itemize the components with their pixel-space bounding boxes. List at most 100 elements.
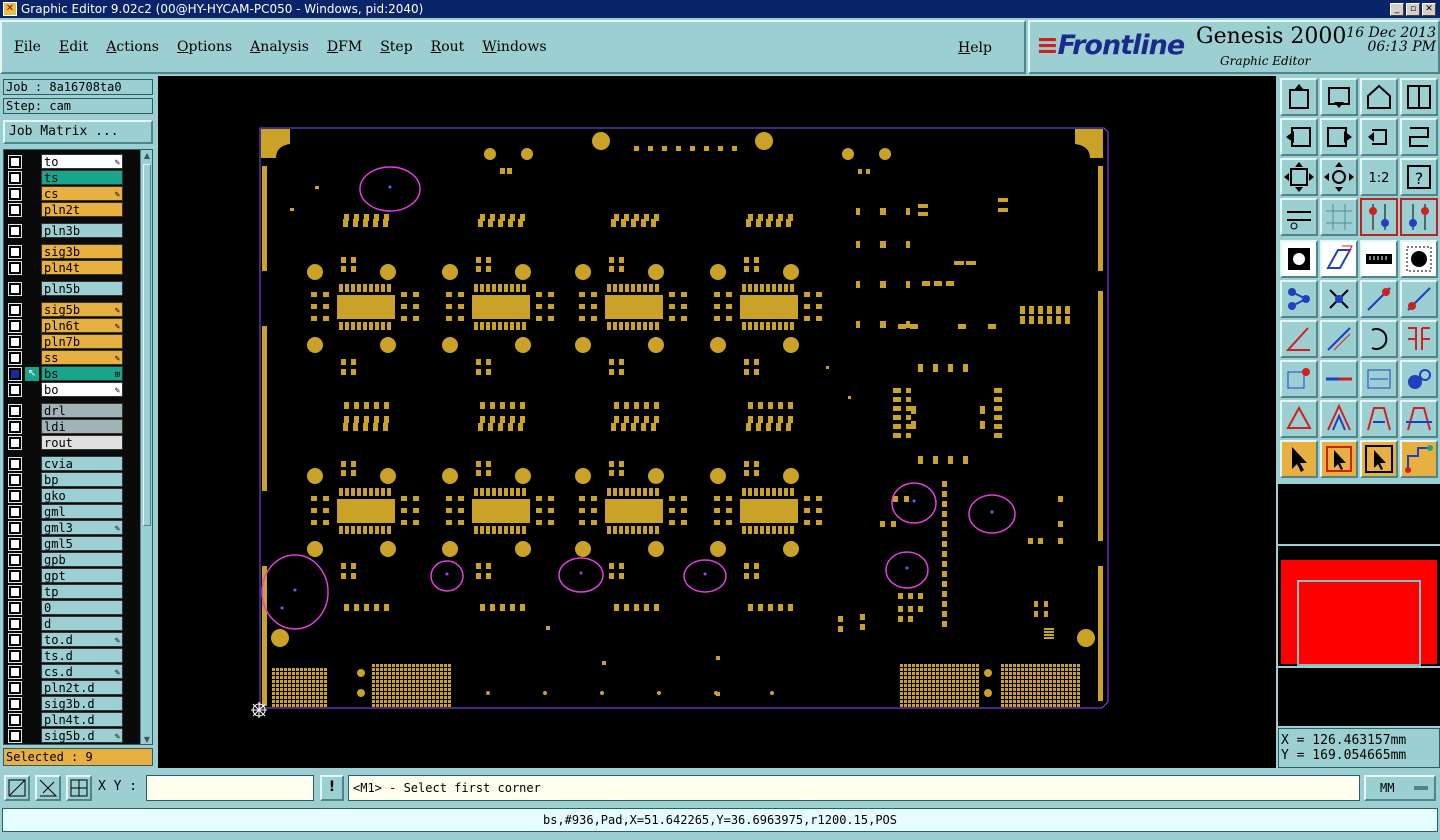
layer-row-bo[interactable]: bo ✎ [4, 382, 140, 398]
snap-center-button[interactable] [1400, 198, 1438, 236]
split-view-button[interactable] [1400, 78, 1438, 116]
layer-checkbox[interactable] [8, 420, 22, 434]
layer-row-cvia[interactable]: cvia [4, 456, 140, 472]
layer-checkbox[interactable] [8, 383, 22, 397]
layer-row-pln2t[interactable]: pln2t [4, 202, 140, 218]
connect-button[interactable] [1280, 280, 1318, 318]
layer-checkbox[interactable] [8, 473, 22, 487]
layer-checkbox[interactable] [8, 569, 22, 583]
layer-row-to.d[interactable]: to.d ✎ [4, 632, 140, 648]
layer-row-tp[interactable]: tp [4, 584, 140, 600]
layer-row-sig5b[interactable]: sig5b ✎ [4, 302, 140, 318]
help-button[interactable]: ? [1400, 158, 1438, 196]
layer-checkbox[interactable] [8, 335, 22, 349]
layer-name[interactable]: bo ✎ [41, 382, 123, 397]
layer-checkbox[interactable] [8, 713, 22, 727]
layer-checkbox[interactable] [8, 521, 22, 535]
layer-name[interactable]: cvia [41, 456, 123, 471]
layer-row-pln7b[interactable]: pln7b [4, 334, 140, 350]
layer-row-0[interactable]: 0 [4, 600, 140, 616]
xy-input[interactable] [146, 775, 314, 801]
layer-name[interactable]: bs ⊞ [41, 366, 123, 381]
layer-name[interactable]: gml [41, 504, 123, 519]
layer-row-rout[interactable]: rout [4, 435, 140, 451]
pointer-box-button[interactable] [1320, 440, 1358, 478]
slope-button[interactable] [1320, 320, 1358, 358]
layer-row-sig3b[interactable]: sig3b [4, 244, 140, 260]
layer-name[interactable]: gml5 [41, 536, 123, 551]
distribute-button[interactable] [1400, 320, 1438, 358]
layer-checkbox[interactable] [8, 261, 22, 275]
layer-checkbox[interactable] [8, 303, 22, 317]
menu-windows[interactable]: Windows [482, 39, 546, 55]
layer-checkbox[interactable] [8, 367, 22, 381]
layer-name[interactable]: gml3 ✎ [41, 520, 123, 535]
ruler-button[interactable] [1360, 240, 1398, 278]
zoom-home-button[interactable] [1320, 158, 1358, 196]
layer-name[interactable]: to.d ✎ [41, 632, 123, 647]
layer-name[interactable]: sig5b ✎ [41, 302, 123, 317]
layer-name[interactable]: cs ✎ [41, 186, 123, 201]
layer-checkbox[interactable] [8, 155, 22, 169]
pcb-drawing[interactable] [158, 76, 1276, 768]
scroll-thumb[interactable] [143, 164, 151, 526]
layer-row-ldi[interactable]: ldi [4, 419, 140, 435]
layer-name[interactable]: pln4t.d [41, 712, 123, 727]
layer-name[interactable]: gpb [41, 552, 123, 567]
layer-checkbox[interactable] [8, 224, 22, 238]
layer-checkbox[interactable] [8, 729, 22, 743]
settings-button[interactable] [1280, 198, 1318, 236]
layer-checkbox[interactable] [8, 404, 22, 418]
layer-checkbox[interactable] [8, 351, 22, 365]
layer-name[interactable]: ts.d [41, 648, 123, 663]
layer-row-sig5b.d[interactable]: sig5b.d ✎ [4, 728, 140, 744]
pointer-button[interactable] [1280, 440, 1318, 478]
layer-name[interactable]: gpt [41, 568, 123, 583]
layer-name[interactable]: pln4t [41, 260, 123, 275]
layer-name[interactable]: drl [41, 403, 123, 418]
layer-row-gko[interactable]: gko [4, 488, 140, 504]
layer-name[interactable]: pln6t ✎ [41, 318, 123, 333]
layer-checkbox[interactable] [8, 697, 22, 711]
layer-checkbox[interactable] [8, 187, 22, 201]
layer-row-pln2t.d[interactable]: pln2t.d [4, 680, 140, 696]
layer-name[interactable]: rout [41, 435, 123, 450]
layer-checkbox[interactable] [8, 665, 22, 679]
layer-row-cs.d[interactable]: cs.d ✎ [4, 664, 140, 680]
layer-row-drl[interactable]: drl [4, 403, 140, 419]
units-select[interactable]: MM [1364, 775, 1436, 801]
layer-name[interactable]: ts [41, 170, 123, 185]
menu-actions[interactable]: Actions [106, 39, 159, 55]
layer-name[interactable]: bp [41, 472, 123, 487]
layer-name[interactable]: pln7b [41, 334, 123, 349]
layer-row-bs[interactable]: ↖ bs ⊞ [4, 366, 140, 382]
layer-name[interactable]: pln2t [41, 202, 123, 217]
measure-icon[interactable] [35, 775, 61, 801]
layer-row-bp[interactable]: bp [4, 472, 140, 488]
overview-window[interactable] [1278, 546, 1440, 666]
triangle-button[interactable] [1280, 400, 1318, 438]
arch-cross-button[interactable] [1400, 400, 1438, 438]
redo-button[interactable] [1400, 118, 1438, 156]
layer-row-gml[interactable]: gml [4, 504, 140, 520]
layer-row-gpb[interactable]: gpb [4, 552, 140, 568]
point-button[interactable] [1280, 360, 1318, 398]
layer-checkbox[interactable] [8, 282, 22, 296]
layer-row-pln6t[interactable]: pln6t ✎ [4, 318, 140, 334]
layer-row-gml3[interactable]: gml3 ✎ [4, 520, 140, 536]
outline-button[interactable] [1320, 240, 1358, 278]
cross-button[interactable] [1320, 280, 1358, 318]
menu-file[interactable]: File [14, 39, 41, 55]
circles-button[interactable] [1400, 360, 1438, 398]
layer-row-ts[interactable]: ts [4, 170, 140, 186]
layer-checkbox[interactable] [8, 537, 22, 551]
open-job-button[interactable] [1280, 78, 1318, 116]
layer-name[interactable]: ss ✎ [41, 350, 123, 365]
layer-checkbox[interactable] [8, 436, 22, 450]
layer-row-d[interactable]: d [4, 616, 140, 632]
menu-step[interactable]: Step [380, 39, 412, 55]
menu-rout[interactable]: Rout [431, 39, 465, 55]
layer-scrollbar[interactable]: ▲ ▼ [140, 150, 152, 744]
layer-checkbox[interactable] [8, 245, 22, 259]
menu-help[interactable]: Help [958, 40, 992, 56]
